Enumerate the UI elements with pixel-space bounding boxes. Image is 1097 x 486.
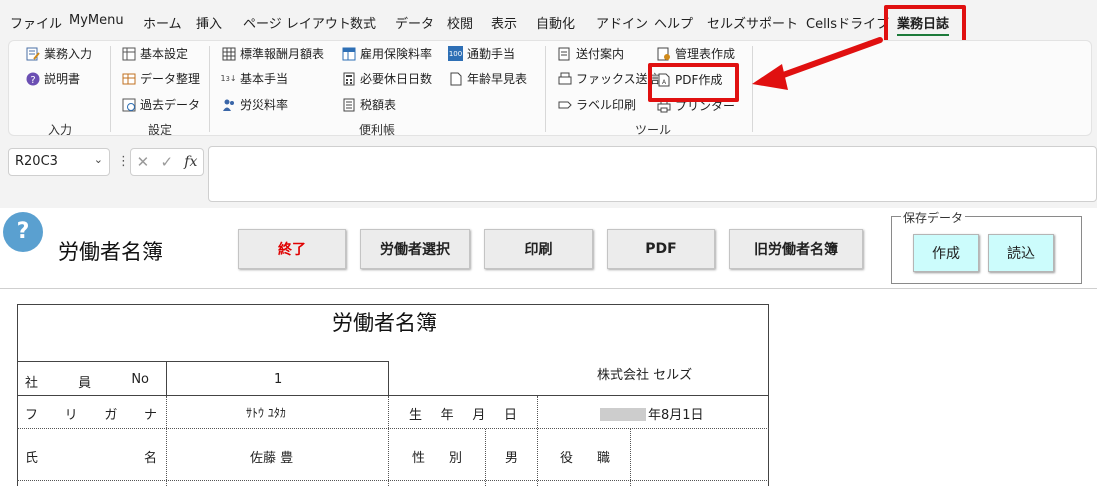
- formula-buttons: ✕ ✓ fx: [130, 148, 204, 176]
- position-label: 役職: [560, 451, 610, 466]
- redacted-year: [600, 408, 646, 421]
- vertical-ellipsis-icon[interactable]: ⋮: [117, 154, 130, 169]
- register-title: 労働者名簿: [332, 311, 437, 335]
- sex-value[interactable]: 男: [505, 447, 518, 466]
- grid-line: [166, 361, 167, 396]
- exit-button[interactable]: 終了: [238, 229, 346, 269]
- name-box[interactable]: R20C3 ⌄: [8, 148, 110, 176]
- create-button[interactable]: 作成: [913, 234, 979, 272]
- birth-date-value: 年8月1日: [648, 408, 704, 423]
- page-title: 労働者名簿: [58, 240, 163, 264]
- page-break-line: [0, 288, 1097, 289]
- employee-no-value[interactable]: 1: [274, 372, 282, 387]
- furigana-label: フリガナ: [25, 408, 157, 423]
- help-icon[interactable]: ?: [3, 212, 43, 252]
- insert-function-icon[interactable]: fx: [184, 154, 197, 170]
- name-label: 氏名: [25, 451, 157, 466]
- name-box-value: R20C3: [15, 154, 58, 169]
- formula-input[interactable]: [208, 146, 1097, 202]
- grid-line: [17, 480, 769, 481]
- grid-line: [388, 361, 389, 396]
- grid-line: [388, 396, 389, 486]
- confirm-icon[interactable]: ✓: [160, 153, 173, 171]
- employee-no-label: 社員 No: [25, 372, 149, 391]
- save-data-label: 保存データ: [901, 209, 966, 226]
- chevron-down-icon[interactable]: ⌄: [94, 153, 103, 166]
- grid-line: [17, 428, 769, 429]
- furigana-value[interactable]: ｻﾄｳ ﾕﾀｶ: [246, 404, 286, 421]
- pdf-button[interactable]: PDF: [607, 229, 715, 269]
- select-worker-button[interactable]: 労働者選択: [360, 229, 470, 269]
- birth-date-field[interactable]: 年8月1日: [600, 404, 704, 423]
- company-name: 株式会社 セルズ: [597, 368, 693, 383]
- grid-line: [166, 396, 167, 486]
- load-button[interactable]: 読込: [988, 234, 1054, 272]
- grid-line: [485, 429, 486, 486]
- old-register-button[interactable]: 旧労働者名簿: [729, 229, 863, 269]
- grid-line: [17, 395, 769, 396]
- grid-line: [630, 429, 631, 486]
- print-button[interactable]: 印刷: [484, 229, 593, 269]
- sex-label: 性別: [412, 451, 462, 466]
- grid-line: [17, 361, 389, 362]
- name-value[interactable]: 佐藤 豊: [250, 447, 293, 466]
- cancel-icon[interactable]: ✕: [137, 153, 150, 171]
- grid-line: [537, 396, 538, 486]
- birth-date-label: 生年月日: [409, 408, 517, 423]
